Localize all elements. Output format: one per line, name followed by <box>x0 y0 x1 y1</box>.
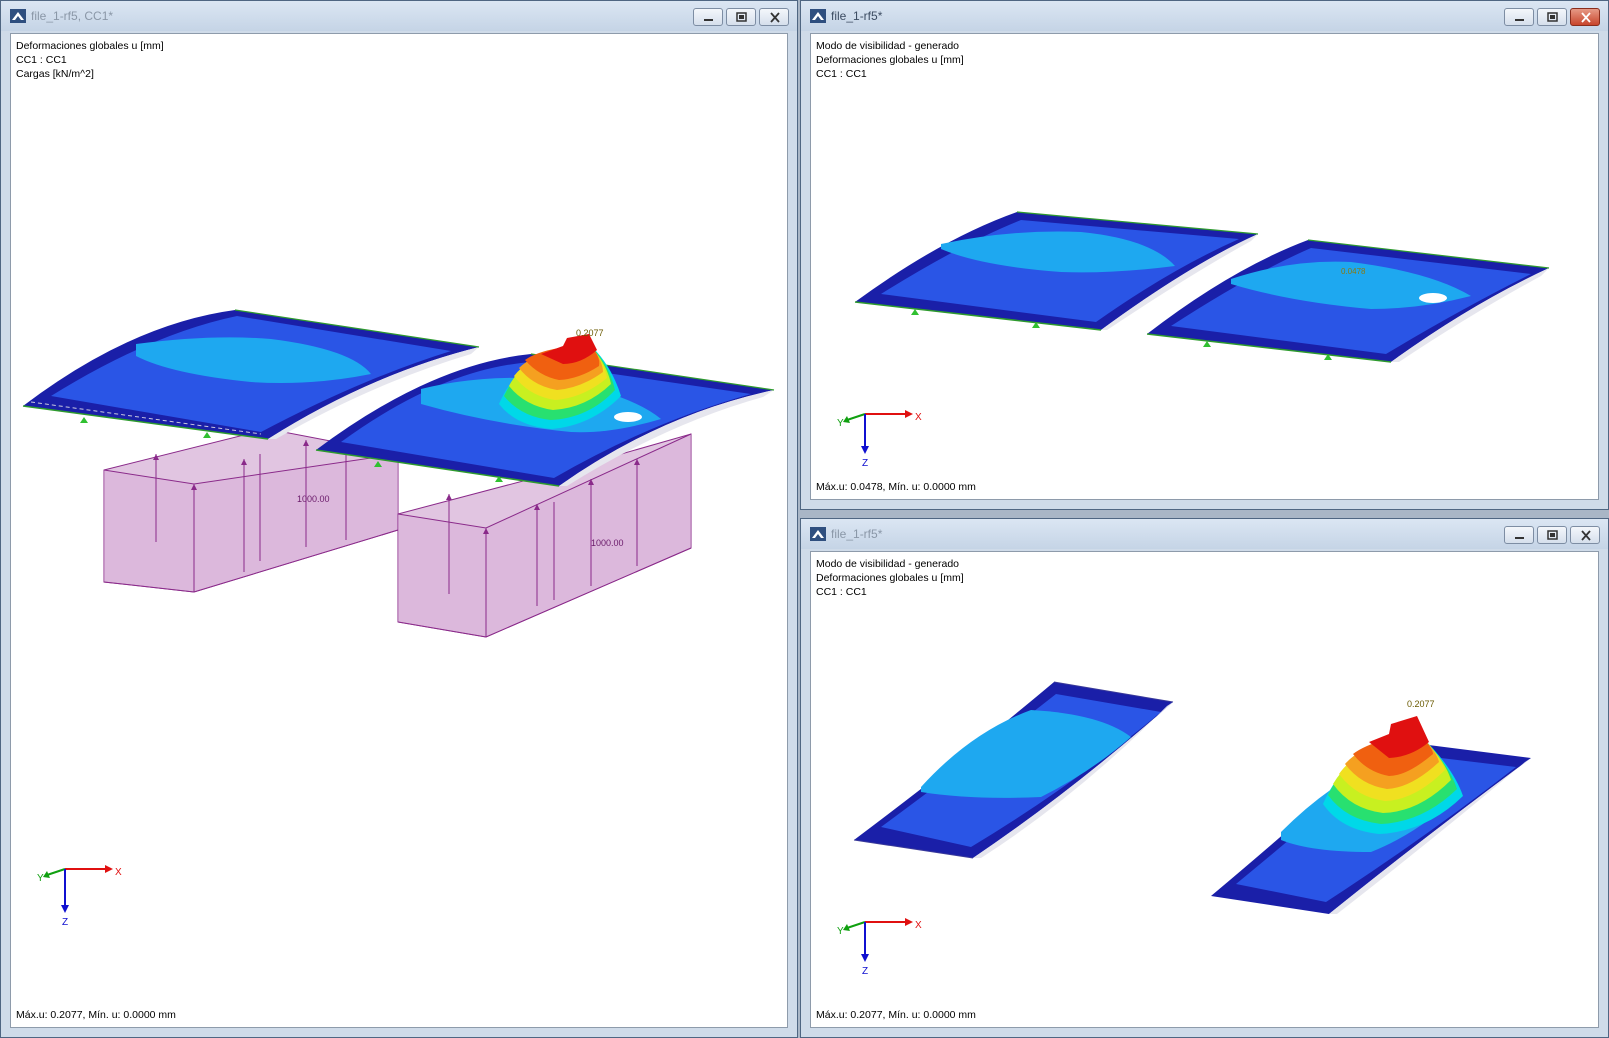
minimize-icon <box>1515 537 1524 539</box>
close-icon <box>1581 12 1591 23</box>
bottom-right-viewport[interactable]: Modo de visibilidad - generado Deformaci… <box>810 551 1599 1028</box>
bottom-right-titlebar[interactable]: file_1-rf5* <box>801 519 1608 549</box>
close-button[interactable] <box>759 8 789 26</box>
close-button[interactable] <box>1570 8 1600 26</box>
maximize-icon <box>736 12 747 22</box>
app-icon <box>810 527 826 541</box>
window-title: file_1-rf5* <box>831 9 883 23</box>
top-right-titlebar[interactable]: file_1-rf5* <box>801 1 1608 31</box>
minimize-icon <box>1515 19 1524 21</box>
axis-triad: X Y Z <box>37 865 122 927</box>
axis-z-label: Z <box>862 458 868 469</box>
close-icon <box>770 12 780 23</box>
app-icon <box>10 9 26 23</box>
axis-y-label: Y <box>837 926 844 937</box>
main-titlebar[interactable]: file_1-rf5, CC1* <box>1 1 797 31</box>
app-icon <box>810 9 826 23</box>
load-value-label: 1000.00 <box>297 494 330 504</box>
close-icon <box>1581 530 1591 541</box>
main-window[interactable]: file_1-rf5, CC1* Deformaciones globales … <box>0 0 798 1038</box>
model-scene[interactable]: 0.2077 1000.00 1000.00 <box>11 34 788 1028</box>
slab-left <box>853 681 1174 859</box>
main-viewport[interactable]: Deformaciones globales u [mm] CC1 : CC1 … <box>10 33 788 1028</box>
status-text: Máx.u: 0.2077, Mín. u: 0.0000 mm <box>816 1009 976 1021</box>
max-value-label: 0.2077 <box>1407 699 1435 709</box>
model-scene[interactable]: 0.0478 <box>811 34 1599 500</box>
axis-triad: X Y Z <box>837 410 922 469</box>
axis-z-label: Z <box>62 917 68 927</box>
window-title: file_1-rf5, CC1* <box>31 9 114 23</box>
bottom-right-window[interactable]: file_1-rf5* Modo de visibilidad - genera… <box>800 518 1609 1038</box>
maximize-button[interactable] <box>726 8 756 26</box>
status-text: Máx.u: 0.2077, Mín. u: 0.0000 mm <box>16 1009 176 1021</box>
maximize-icon <box>1547 530 1558 540</box>
maximize-icon <box>1547 12 1558 22</box>
max-value-label: 0.2077 <box>576 328 604 338</box>
top-right-viewport[interactable]: Modo de visibilidad - generado Deformaci… <box>810 33 1599 500</box>
axis-y-label: Y <box>37 873 44 884</box>
axis-z-label: Z <box>862 966 868 977</box>
model-scene[interactable]: 0.2077 <box>811 552 1599 1028</box>
minimize-icon <box>704 19 713 21</box>
load-value-label: 1000.00 <box>591 538 624 548</box>
max-value-label: 0.0478 <box>1341 267 1366 276</box>
minimize-button[interactable] <box>693 8 723 26</box>
status-text: Máx.u: 0.0478, Mín. u: 0.0000 mm <box>816 481 976 493</box>
minimize-button[interactable] <box>1504 8 1534 26</box>
axis-triad: X Y Z <box>837 918 922 977</box>
maximize-button[interactable] <box>1537 8 1567 26</box>
axis-x-label: X <box>915 920 922 931</box>
close-button[interactable] <box>1570 526 1600 544</box>
maximize-button[interactable] <box>1537 526 1567 544</box>
axis-x-label: X <box>115 867 122 878</box>
minimize-button[interactable] <box>1504 526 1534 544</box>
window-title: file_1-rf5* <box>831 527 883 541</box>
axis-y-label: Y <box>837 418 844 429</box>
axis-x-label: X <box>915 412 922 423</box>
top-right-window[interactable]: file_1-rf5* Modo de visibilidad - genera… <box>800 0 1609 510</box>
